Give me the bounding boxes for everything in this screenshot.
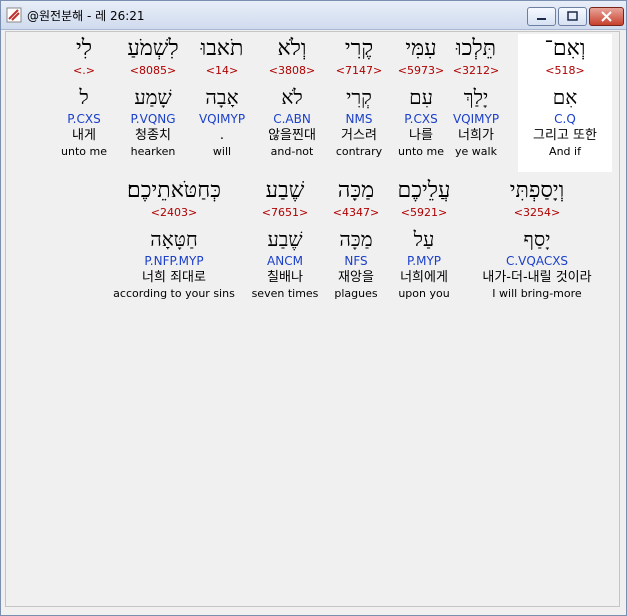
- strong-number[interactable]: <7147>: [324, 64, 394, 78]
- hebrew-word: תֹאבוּ: [200, 36, 244, 61]
- english-gloss: according to your sins: [113, 287, 235, 300]
- strong-number[interactable]: <518>: [518, 64, 612, 78]
- strong-number[interactable]: <.>: [52, 64, 116, 78]
- hebrew-lemma: אָבָה: [205, 85, 239, 109]
- english-gloss: will: [212, 145, 232, 158]
- hebrew-lemma: יָסַף: [523, 227, 551, 251]
- korean-gloss: 나를: [409, 128, 433, 143]
- korean-gloss: 너희 죄대로: [142, 270, 206, 285]
- app-window: @원전분해 - 레 26:21 וְאִם־ <518> אִם C.Q 그리고…: [0, 0, 627, 616]
- korean-gloss: 않을찐대: [268, 128, 316, 143]
- hebrew-lemma: עִם: [409, 85, 433, 109]
- word-cell[interactable]: קֶרִי <7147> קְרִי NMS 거스려 contrary: [324, 34, 394, 159]
- interlinear-panel: וְאִם־ <518> אִם C.Q 그리고 또한 And if תֵּלְ…: [5, 31, 620, 607]
- english-gloss: plagues: [334, 287, 378, 300]
- word-cell[interactable]: וְלֹא <3808> לֹא C.ABN 않을찐대 and-not: [254, 34, 330, 159]
- minimize-button[interactable]: [527, 7, 556, 26]
- app-icon: [6, 7, 22, 23]
- korean-gloss: 그리고 또한: [533, 128, 597, 143]
- english-gloss: seven times: [251, 287, 319, 300]
- word-cell[interactable]: וְאִם־ <518> אִם C.Q 그리고 또한 And if: [518, 34, 612, 172]
- close-icon: [601, 11, 612, 22]
- hebrew-lemma: שָׁמַע: [134, 85, 172, 109]
- english-gloss: And if: [549, 145, 581, 158]
- hebrew-word: כְּחַטֹּאתֵיכֶם׃: [127, 178, 221, 203]
- word-cell[interactable]: לִשְׁמֹעַ <8085> שָׁמַע P.VQNG 청종치 heark…: [118, 34, 188, 159]
- word-cell[interactable]: וְיָסַפְתִּי <3254> יָסַף C.VQACXS 내가-더-…: [462, 176, 612, 301]
- morph-code: C.Q: [554, 112, 576, 126]
- hebrew-word: לִשְׁמֹעַ: [127, 36, 179, 61]
- korean-gloss: 청종치: [135, 128, 171, 143]
- strong-number[interactable]: <5973>: [386, 64, 456, 78]
- hebrew-word: קֶרִי: [344, 36, 374, 61]
- english-gloss: contrary: [335, 145, 383, 158]
- korean-gloss: 내가-더-내릴 것이라: [482, 270, 592, 285]
- morph-code: NFS: [344, 254, 368, 268]
- close-button[interactable]: [589, 7, 624, 26]
- strong-number[interactable]: <3808>: [254, 64, 330, 78]
- morph-code: P.VQNG: [130, 112, 176, 126]
- hebrew-word: וְלֹא: [277, 36, 307, 61]
- strong-number[interactable]: <7651>: [248, 206, 322, 220]
- word-cell[interactable]: עִמִּי <5973> עִם P.CXS 나를 unto me: [386, 34, 456, 159]
- word-cell[interactable]: שֶׁבַע <7651> שֶׁבַע ANCM 칠배나 seven time…: [248, 176, 322, 301]
- korean-gloss: .: [219, 128, 225, 143]
- korean-gloss: 재앙을: [338, 270, 374, 285]
- hebrew-lemma: עַל: [413, 227, 435, 251]
- english-gloss: unto me: [398, 145, 444, 158]
- korean-gloss: 내게: [72, 128, 96, 143]
- english-gloss: hearken: [130, 145, 176, 158]
- word-cell[interactable]: עֲלֵיכֶם <5921> עַל P.MYP 너희에게 upon you: [388, 176, 460, 301]
- morph-code: NMS: [345, 112, 373, 126]
- morph-code: P.NFP.MYP: [144, 254, 204, 268]
- strong-number[interactable]: <4347>: [326, 206, 386, 220]
- word-cell[interactable]: כְּחַטֹּאתֵיכֶם׃ <2403> חַטָּאָה P.NFP.M…: [104, 176, 244, 301]
- strong-number[interactable]: <5921>: [388, 206, 460, 220]
- hebrew-lemma: ל: [79, 85, 89, 109]
- hebrew-word: שֶׁבַע: [265, 178, 305, 203]
- hebrew-lemma: לֹא: [281, 85, 303, 109]
- strong-number[interactable]: <14>: [190, 64, 254, 78]
- hebrew-word: עִמִּי: [405, 36, 437, 61]
- maximize-icon: [567, 11, 578, 21]
- morph-code: C.VQACXS: [505, 254, 569, 268]
- korean-gloss: 칠배나: [267, 270, 303, 285]
- minimize-icon: [537, 18, 546, 20]
- hebrew-word: וְאִם־: [544, 36, 586, 61]
- english-gloss: and-not: [270, 145, 314, 158]
- hebrew-word: לִי: [75, 36, 93, 61]
- hebrew-lemma: חַטָּאָה: [150, 227, 198, 251]
- strong-number[interactable]: <2403>: [104, 206, 244, 220]
- english-gloss: I will bring-more: [492, 287, 582, 300]
- korean-gloss: 너희에게: [400, 270, 448, 285]
- hebrew-word: עֲלֵיכֶם: [397, 178, 451, 203]
- hebrew-word: וְיָסַפְתִּי: [509, 178, 565, 203]
- morph-code: P.MYP: [406, 254, 442, 268]
- hebrew-lemma: מַכָּה: [339, 227, 373, 251]
- hebrew-lemma: קְרִי: [346, 85, 372, 109]
- hebrew-word: מַכָּה: [337, 178, 375, 203]
- hebrew-lemma: שֶׁבַע: [267, 227, 303, 251]
- word-cell[interactable]: תֹאבוּ <14> אָבָה VQIMYP . will: [190, 34, 254, 159]
- strong-number[interactable]: <8085>: [118, 64, 188, 78]
- word-cell[interactable]: מַכָּה <4347> מַכָּה NFS 재앙을 plagues: [326, 176, 386, 301]
- english-gloss: upon you: [398, 287, 450, 300]
- morph-code: VQIMYP: [198, 112, 246, 126]
- hebrew-lemma: אִם: [552, 85, 578, 109]
- korean-gloss: 거스려: [341, 128, 377, 143]
- morph-code: P.CXS: [404, 112, 438, 126]
- english-gloss: unto me: [61, 145, 107, 158]
- morph-code: ANCM: [267, 254, 303, 268]
- title-bar[interactable]: @원전분해 - 레 26:21: [1, 1, 626, 30]
- maximize-button[interactable]: [558, 7, 587, 26]
- window-title: @원전분해 - 레 26:21: [27, 9, 145, 23]
- morph-code: C.ABN: [273, 112, 311, 126]
- word-cell[interactable]: לִי <.> ל P.CXS 내게 unto me: [52, 34, 116, 159]
- morph-code: P.CXS: [67, 112, 101, 126]
- strong-number[interactable]: <3254>: [462, 206, 612, 220]
